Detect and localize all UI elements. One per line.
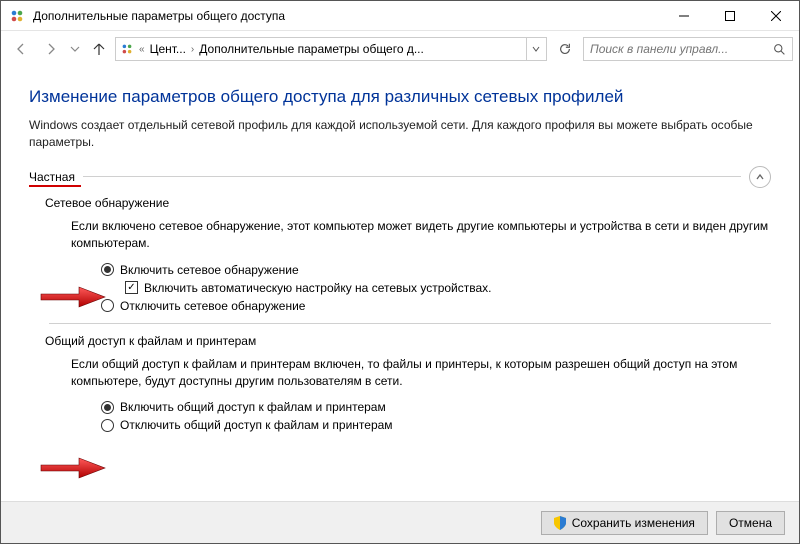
- subsection-discovery: Сетевое обнаружение Если включено сетево…: [45, 196, 771, 313]
- radio-discovery-off[interactable]: Отключить сетевое обнаружение: [101, 299, 771, 313]
- back-button[interactable]: [7, 35, 35, 63]
- checkbox-auto-setup[interactable]: ✓ Включить автоматическую настройку на с…: [125, 281, 771, 295]
- radio-icon[interactable]: [101, 401, 114, 414]
- radio-fileshare-off[interactable]: Отключить общий доступ к файлам и принте…: [101, 418, 771, 432]
- cancel-button[interactable]: Отмена: [716, 511, 785, 535]
- forward-button[interactable]: [37, 35, 65, 63]
- section-private-label-text: Частная: [29, 170, 75, 184]
- titlebar: Дополнительные параметры общего доступа: [1, 1, 799, 31]
- radio-discovery-on[interactable]: Включить сетевое обнаружение: [101, 263, 771, 277]
- discovery-title: Сетевое обнаружение: [45, 196, 771, 210]
- shield-icon: [554, 516, 566, 530]
- save-button-label: Сохранить изменения: [572, 516, 695, 530]
- breadcrumb[interactable]: « Цент... › Дополнительные параметры общ…: [115, 37, 547, 61]
- chevron-right-icon: ›: [188, 44, 197, 55]
- footer: Сохранить изменения Отмена: [1, 501, 799, 543]
- search-icon[interactable]: [770, 43, 788, 56]
- divider-line: [83, 176, 741, 177]
- annotation-underline: [29, 185, 81, 187]
- radio-label: Отключить сетевое обнаружение: [120, 299, 305, 313]
- minimize-button[interactable]: [661, 1, 707, 31]
- discovery-desc: Если включено сетевое обнаружение, этот …: [71, 218, 771, 253]
- checkbox-label: Включить автоматическую настройку на сет…: [144, 281, 492, 295]
- collapse-icon[interactable]: [749, 166, 771, 188]
- app-icon: [9, 8, 25, 24]
- cancel-button-label: Отмена: [729, 516, 772, 530]
- chevron-left-icon: «: [136, 44, 148, 55]
- divider: [49, 323, 771, 324]
- radio-icon[interactable]: [101, 419, 114, 432]
- navbar: « Цент... › Дополнительные параметры общ…: [1, 31, 799, 67]
- annotation-arrow: [39, 455, 109, 481]
- radio-label: Включить сетевое обнаружение: [120, 263, 299, 277]
- checkbox-icon[interactable]: ✓: [125, 281, 138, 294]
- search-input[interactable]: [588, 41, 770, 57]
- radio-label: Отключить общий доступ к файлам и принте…: [120, 418, 393, 432]
- page-title: Изменение параметров общего доступа для …: [29, 87, 771, 107]
- refresh-button[interactable]: [553, 37, 577, 61]
- content-area: Изменение параметров общего доступа для …: [1, 67, 799, 501]
- search-box[interactable]: [583, 37, 793, 61]
- radio-icon[interactable]: [101, 299, 114, 312]
- breadcrumb-dropdown[interactable]: [526, 38, 544, 60]
- fileshare-title: Общий доступ к файлам и принтерам: [45, 334, 771, 348]
- fileshare-desc: Если общий доступ к файлам и принтерам в…: [71, 356, 771, 391]
- section-private-header[interactable]: Частная: [29, 166, 771, 188]
- close-button[interactable]: [753, 1, 799, 31]
- page-description: Windows создает отдельный сетевой профил…: [29, 117, 771, 152]
- maximize-button[interactable]: [707, 1, 753, 31]
- radio-icon[interactable]: [101, 263, 114, 276]
- radio-fileshare-on[interactable]: Включить общий доступ к файлам и принтер…: [101, 400, 771, 414]
- up-button[interactable]: [85, 35, 113, 63]
- breadcrumb-seg-1[interactable]: Цент...: [148, 42, 188, 56]
- section-private-label: Частная: [29, 170, 75, 184]
- breadcrumb-icon: [118, 42, 136, 56]
- save-button[interactable]: Сохранить изменения: [541, 511, 708, 535]
- window-title: Дополнительные параметры общего доступа: [33, 9, 661, 23]
- breadcrumb-seg-2[interactable]: Дополнительные параметры общего д...: [197, 42, 526, 56]
- recent-dropdown[interactable]: [67, 35, 83, 63]
- radio-label: Включить общий доступ к файлам и принтер…: [120, 400, 386, 414]
- subsection-fileshare: Общий доступ к файлам и принтерам Если о…: [45, 334, 771, 433]
